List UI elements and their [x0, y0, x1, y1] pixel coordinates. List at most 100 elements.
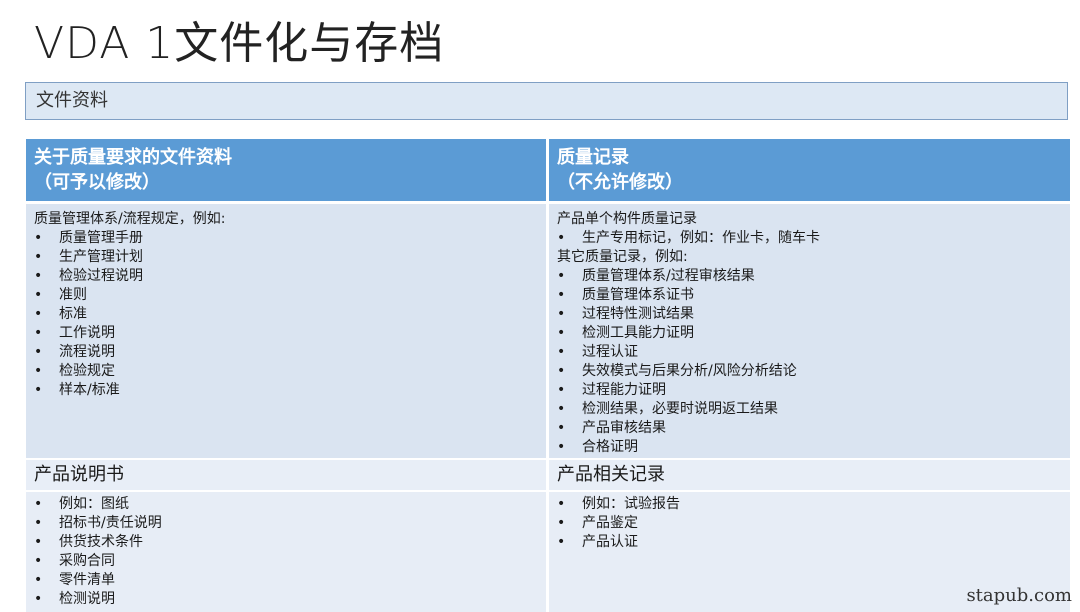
header-right-title: 质量记录 [557, 147, 629, 168]
left-sub-item: • 例如：图纸 [34, 495, 546, 514]
left-list-item-text: 生产管理计划 [59, 249, 143, 265]
header-left-title: 关于质量要求的文件资料 [34, 147, 232, 168]
bullet-dot: • [34, 325, 43, 341]
bullet-dot: • [557, 363, 566, 379]
right-sub-list: • 例如：试验报告 • 产品鉴定 • 产品认证 [557, 495, 1070, 552]
right-list-item: • 失效模式与后果分析/风险分析结论 [557, 362, 1070, 381]
bullet-dot: • [34, 249, 43, 265]
left-list-item: • 检验过程说明 [34, 267, 546, 286]
bullet-dot: • [557, 268, 566, 284]
right-sub-item-text: 例如：试验报告 [582, 496, 680, 512]
left-list-item-text: 样本/标准 [59, 382, 120, 398]
left-list-item: • 流程说明 [34, 343, 546, 362]
right-list-item: • 过程能力证明 [557, 381, 1070, 400]
left-sub-item: • 零件清单 [34, 571, 546, 590]
bullet-dot: • [557, 496, 566, 512]
right-list-item: • 产品审核结果 [557, 419, 1070, 438]
bullet-dot: • [34, 591, 43, 607]
page-title: VDA 1文件化与存档 [34, 18, 445, 69]
bullet-dot: • [34, 344, 43, 360]
watermark: stapub.com [966, 585, 1072, 606]
right-list-item: • 过程特性测试结果 [557, 305, 1070, 324]
right-list-item-text: 过程认证 [582, 344, 638, 360]
left-list-item: • 工作说明 [34, 324, 546, 343]
left-list-item-text: 检验规定 [59, 363, 115, 379]
right-body-cell: 产品单个构件质量记录 • 生产专用标记，例如：作业卡，随车卡 其它质量记录，例如:… [549, 204, 1070, 458]
bullet-dot: • [557, 515, 566, 531]
left-list-item-text: 质量管理手册 [59, 230, 143, 246]
header-left-note: （可予以修改） [34, 172, 160, 193]
right-list-item-text: 失效模式与后果分析/风险分析结论 [582, 363, 797, 379]
bullet-dot: • [34, 287, 43, 303]
right-list-item-text: 检测工具能力证明 [582, 325, 694, 341]
bullet-dot: • [34, 363, 43, 379]
right-sub-item-text: 产品鉴定 [582, 515, 638, 531]
right-intro-list: • 生产专用标记，例如：作业卡，随车卡 [557, 229, 1070, 248]
left-sub-item: • 检测说明 [34, 590, 546, 609]
bullet-dot: • [557, 287, 566, 303]
right-list-item-text: 过程能力证明 [582, 382, 666, 398]
bullet-dot: • [557, 534, 566, 550]
right-list-item: • 过程认证 [557, 343, 1070, 362]
bullet-dot: • [34, 496, 43, 512]
right-sub-item: • 产品认证 [557, 533, 1070, 552]
left-intro: 质量管理体系/流程规定，例如: [34, 211, 226, 227]
left-sub-list: • 例如：图纸 • 招标书/责任说明 • 供货技术条件 • 采购合同 • 零件清单 • 检测说明 [34, 495, 546, 609]
left-list-item: • 准则 [34, 286, 546, 305]
right-intro: 产品单个构件质量记录 [557, 211, 697, 227]
left-sub-item: • 供货技术条件 [34, 533, 546, 552]
bullet-dot: • [557, 420, 566, 436]
left-list-item: • 样本/标准 [34, 381, 546, 400]
right-subheader: 产品相关记录 [549, 460, 1070, 490]
bullet-dot: • [34, 306, 43, 322]
right-intro-item-text: 生产专用标记，例如：作业卡，随车卡 [582, 230, 820, 246]
left-list-item: • 检验规定 [34, 362, 546, 381]
header-left: 关于质量要求的文件资料 （可予以修改） [26, 139, 546, 201]
bullet-dot: • [34, 382, 43, 398]
left-body-cell: 质量管理体系/流程规定，例如: • 质量管理手册 • 生产管理计划 • 检验过程说明 • 准则… [26, 204, 546, 458]
header-right-note: （不允许修改） [557, 172, 683, 193]
right-sub-item: • 产品鉴定 [557, 514, 1070, 533]
right-list-item-text: 产品审核结果 [582, 420, 666, 436]
bullet-dot: • [557, 401, 566, 417]
section-banner: 文件资料 [25, 82, 1068, 120]
right-list-item: • 检测结果，必要时说明返工结果 [557, 400, 1070, 419]
bullet-dot: • [34, 268, 43, 284]
right-sub-item: • 例如：试验报告 [557, 495, 1070, 514]
right-list-item-text: 合格证明 [582, 439, 638, 455]
right-list-item: • 合格证明 [557, 438, 1070, 457]
bullet-dot: • [34, 230, 43, 246]
bullet-dot: • [34, 572, 43, 588]
bullet-dot: • [34, 553, 43, 569]
right-item-list: • 质量管理体系/过程审核结果 • 质量管理体系证书 • 过程特性测试结果 • 检测工具能力证… [557, 267, 1070, 457]
left-sub-item-text: 零件清单 [59, 572, 115, 588]
right-list-item: • 质量管理体系证书 [557, 286, 1070, 305]
bullet-dot: • [34, 515, 43, 531]
right-list-item-text: 检测结果，必要时说明返工结果 [582, 401, 778, 417]
left-list-item-text: 准则 [59, 287, 87, 303]
left-list-item-text: 检验过程说明 [59, 268, 143, 284]
right-list-item-text: 质量管理体系证书 [582, 287, 694, 303]
left-subheader: 产品说明书 [26, 460, 546, 490]
left-list-item: • 质量管理手册 [34, 229, 546, 248]
left-item-list: • 质量管理手册 • 生产管理计划 • 检验过程说明 • 准则 • 标准 • 工作说明 • 流程说明 • 检验… [34, 229, 546, 400]
right-list-item: • 检测工具能力证明 [557, 324, 1070, 343]
left-list-item: • 标准 [34, 305, 546, 324]
bullet-dot: • [557, 439, 566, 455]
left-sub-cell: • 例如：图纸 • 招标书/责任说明 • 供货技术条件 • 采购合同 • 零件清单 • 检测说明 [26, 492, 546, 612]
bullet-dot: • [34, 534, 43, 550]
left-list-item-text: 标准 [59, 306, 87, 322]
left-list-item-text: 工作说明 [59, 325, 115, 341]
bullet-dot: • [557, 382, 566, 398]
left-sub-item-text: 采购合同 [59, 553, 115, 569]
left-sub-item: • 采购合同 [34, 552, 546, 571]
left-list-item-text: 流程说明 [59, 344, 115, 360]
left-sub-item-text: 供货技术条件 [59, 534, 143, 550]
right-list-item-text: 质量管理体系/过程审核结果 [582, 268, 755, 284]
bullet-dot: • [557, 325, 566, 341]
right-list-item-text: 过程特性测试结果 [582, 306, 694, 322]
right-list-item: • 质量管理体系/过程审核结果 [557, 267, 1070, 286]
right-intro2: 其它质量记录，例如: [557, 249, 688, 265]
left-sub-item-text: 检测说明 [59, 591, 115, 607]
left-list-item: • 生产管理计划 [34, 248, 546, 267]
